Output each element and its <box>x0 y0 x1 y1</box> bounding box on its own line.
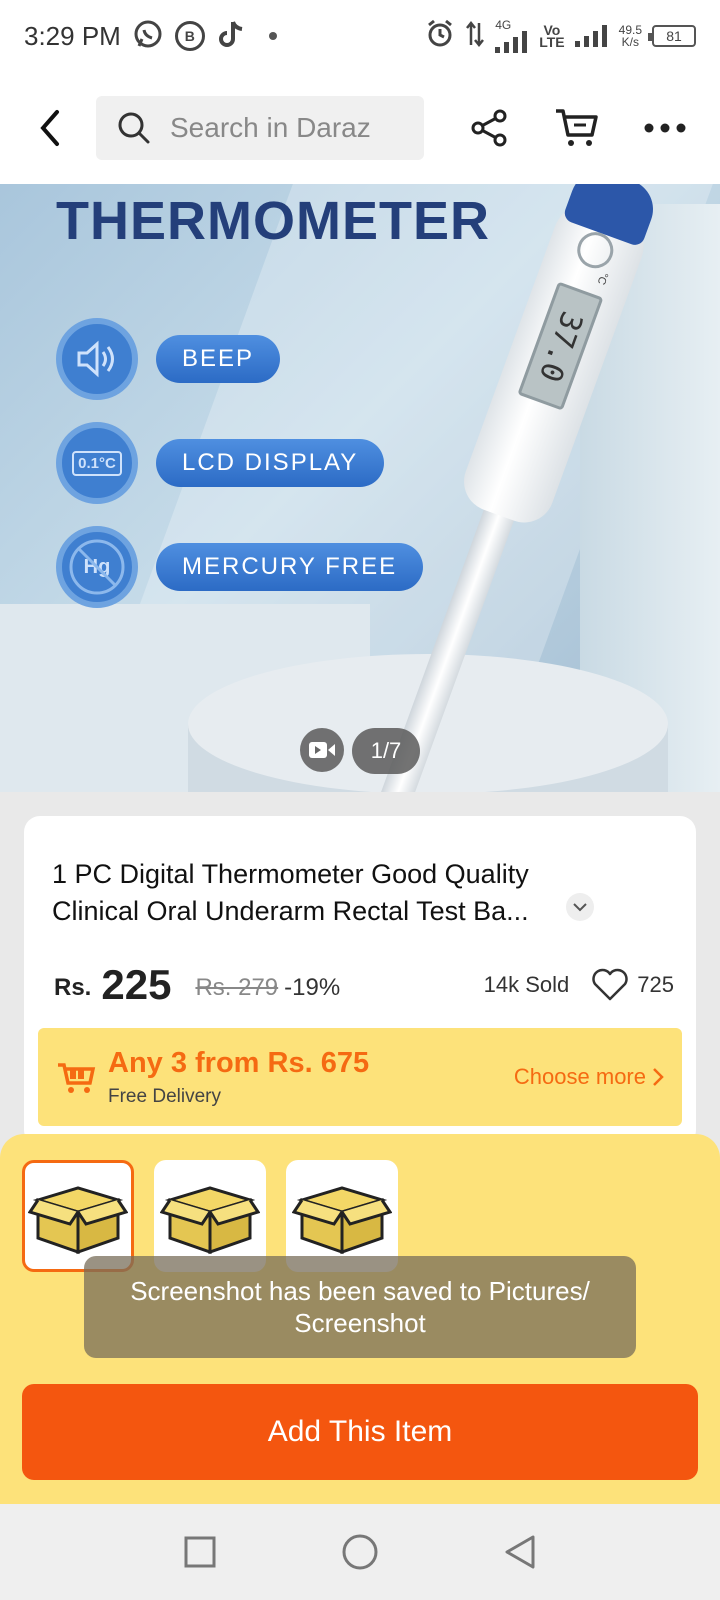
heart-icon <box>592 968 629 1001</box>
wishlist-button[interactable]: 725 <box>591 968 674 1002</box>
alarm-icon <box>425 19 455 54</box>
promo-title: Any 3 from Rs. 675 <box>108 1046 370 1079</box>
expand-title-button[interactable] <box>566 893 594 921</box>
battery-icon: 81 <box>648 25 696 47</box>
price-row: Rs. 225 Rs. 279 -19% 14k Sold 725 <box>54 956 674 1006</box>
triangle-back-icon <box>505 1535 535 1569</box>
notification-dot <box>268 32 277 40</box>
share-icon <box>471 109 507 147</box>
home-button[interactable] <box>338 1530 382 1574</box>
chevron-down-icon <box>573 903 587 912</box>
search-icon <box>118 112 150 144</box>
image-counter: 1/7 <box>352 728 420 774</box>
circle-icon <box>342 1534 378 1570</box>
network-speed: 49.5 K/s <box>618 23 642 49</box>
feature-label: LCD DISPLAY <box>156 439 385 487</box>
box-icon <box>28 1186 128 1255</box>
feature-lcd: 0.1°C LCD DISPLAY <box>56 422 385 504</box>
more-icon <box>644 123 686 133</box>
feature-mercury-free: Hg MERCURY FREE <box>56 526 424 608</box>
temperature-display-icon: 0.1°C <box>56 422 138 504</box>
recents-button[interactable] <box>178 1530 222 1574</box>
product-page: 3:29 PM B 4G Vo LTE 49.5 K/s 81 Search i… <box>0 0 720 1600</box>
signal-icon <box>574 25 607 47</box>
square-icon <box>184 1536 216 1568</box>
discount-badge: -19% <box>284 974 341 1001</box>
search-placeholder: Search in Daraz <box>170 112 371 143</box>
box-icon <box>292 1186 392 1255</box>
video-button[interactable] <box>300 728 344 772</box>
data-arrows-icon <box>465 19 485 54</box>
product-info-card: 1 PC Digital Thermometer Good Quality Cl… <box>24 816 696 1146</box>
volte-indicator: Vo LTE <box>539 22 565 50</box>
choose-more-label: Choose more <box>513 1064 646 1089</box>
header-actions <box>466 105 692 151</box>
whatsapp-icon <box>133 19 163 54</box>
original-price: Rs. 279 <box>195 974 279 1001</box>
price-value: 225 <box>101 961 172 1008</box>
status-bar: 3:29 PM B 4G Vo LTE 49.5 K/s 81 <box>0 0 720 72</box>
b-app-icon: B <box>174 21 205 51</box>
share-button[interactable] <box>466 105 512 151</box>
status-time: 3:29 PM <box>24 20 121 51</box>
image-title: THERMOMETER <box>56 191 490 251</box>
search-input[interactable]: Search in Daraz <box>96 96 424 160</box>
wishlist-count: 725 <box>637 972 674 997</box>
feature-label: MERCURY FREE <box>156 543 424 591</box>
status-left: 3:29 PM B <box>24 19 277 54</box>
feature-icon-text: 0.1°C <box>72 450 122 476</box>
box-icon <box>160 1186 260 1255</box>
signal-icon <box>495 31 528 53</box>
cart-promo-icon <box>58 1063 96 1093</box>
product-image-gallery[interactable]: THERMOMETER BEEP 0.1°C LCD DISPLAY Hg ME… <box>0 184 720 792</box>
status-right: 4G Vo LTE 49.5 K/s 81 <box>425 19 696 54</box>
video-icon <box>309 742 335 758</box>
screenshot-toast: Screenshot has been saved to Pictures/ S… <box>84 1256 636 1358</box>
back-nav-button[interactable] <box>498 1530 542 1574</box>
promo-subtitle: Free Delivery <box>108 1085 221 1107</box>
feature-beep: BEEP <box>56 318 281 400</box>
feature-label: BEEP <box>156 335 281 383</box>
sold-count: 14k Sold <box>483 972 570 997</box>
price-currency: Rs. <box>54 974 92 1001</box>
no-mercury-icon: Hg <box>56 526 138 608</box>
promo-text: Any 3 from Rs. 675 Free Delivery <box>108 1047 369 1108</box>
add-item-button[interactable]: Add This Item <box>22 1384 698 1480</box>
promo-banner[interactable]: Any 3 from Rs. 675 Free Delivery Choose … <box>38 1028 682 1126</box>
speaker-icon <box>56 318 138 400</box>
choose-more-link[interactable]: Choose more <box>514 1064 664 1090</box>
top-header: Search in Daraz <box>0 72 720 184</box>
signal-4g: 4G <box>495 19 529 53</box>
tiktok-icon <box>217 19 247 54</box>
system-nav-bar <box>0 1504 720 1600</box>
back-button[interactable] <box>28 106 72 150</box>
product-title[interactable]: 1 PC Digital Thermometer Good Quality Cl… <box>52 856 612 930</box>
cart-icon <box>556 109 598 146</box>
cart-button[interactable] <box>554 105 600 151</box>
more-button[interactable] <box>642 105 688 151</box>
add-item-sheet: Screenshot has been saved to Pictures/ S… <box>0 1134 720 1504</box>
back-icon <box>40 110 59 146</box>
chevron-right-icon <box>653 1068 664 1086</box>
